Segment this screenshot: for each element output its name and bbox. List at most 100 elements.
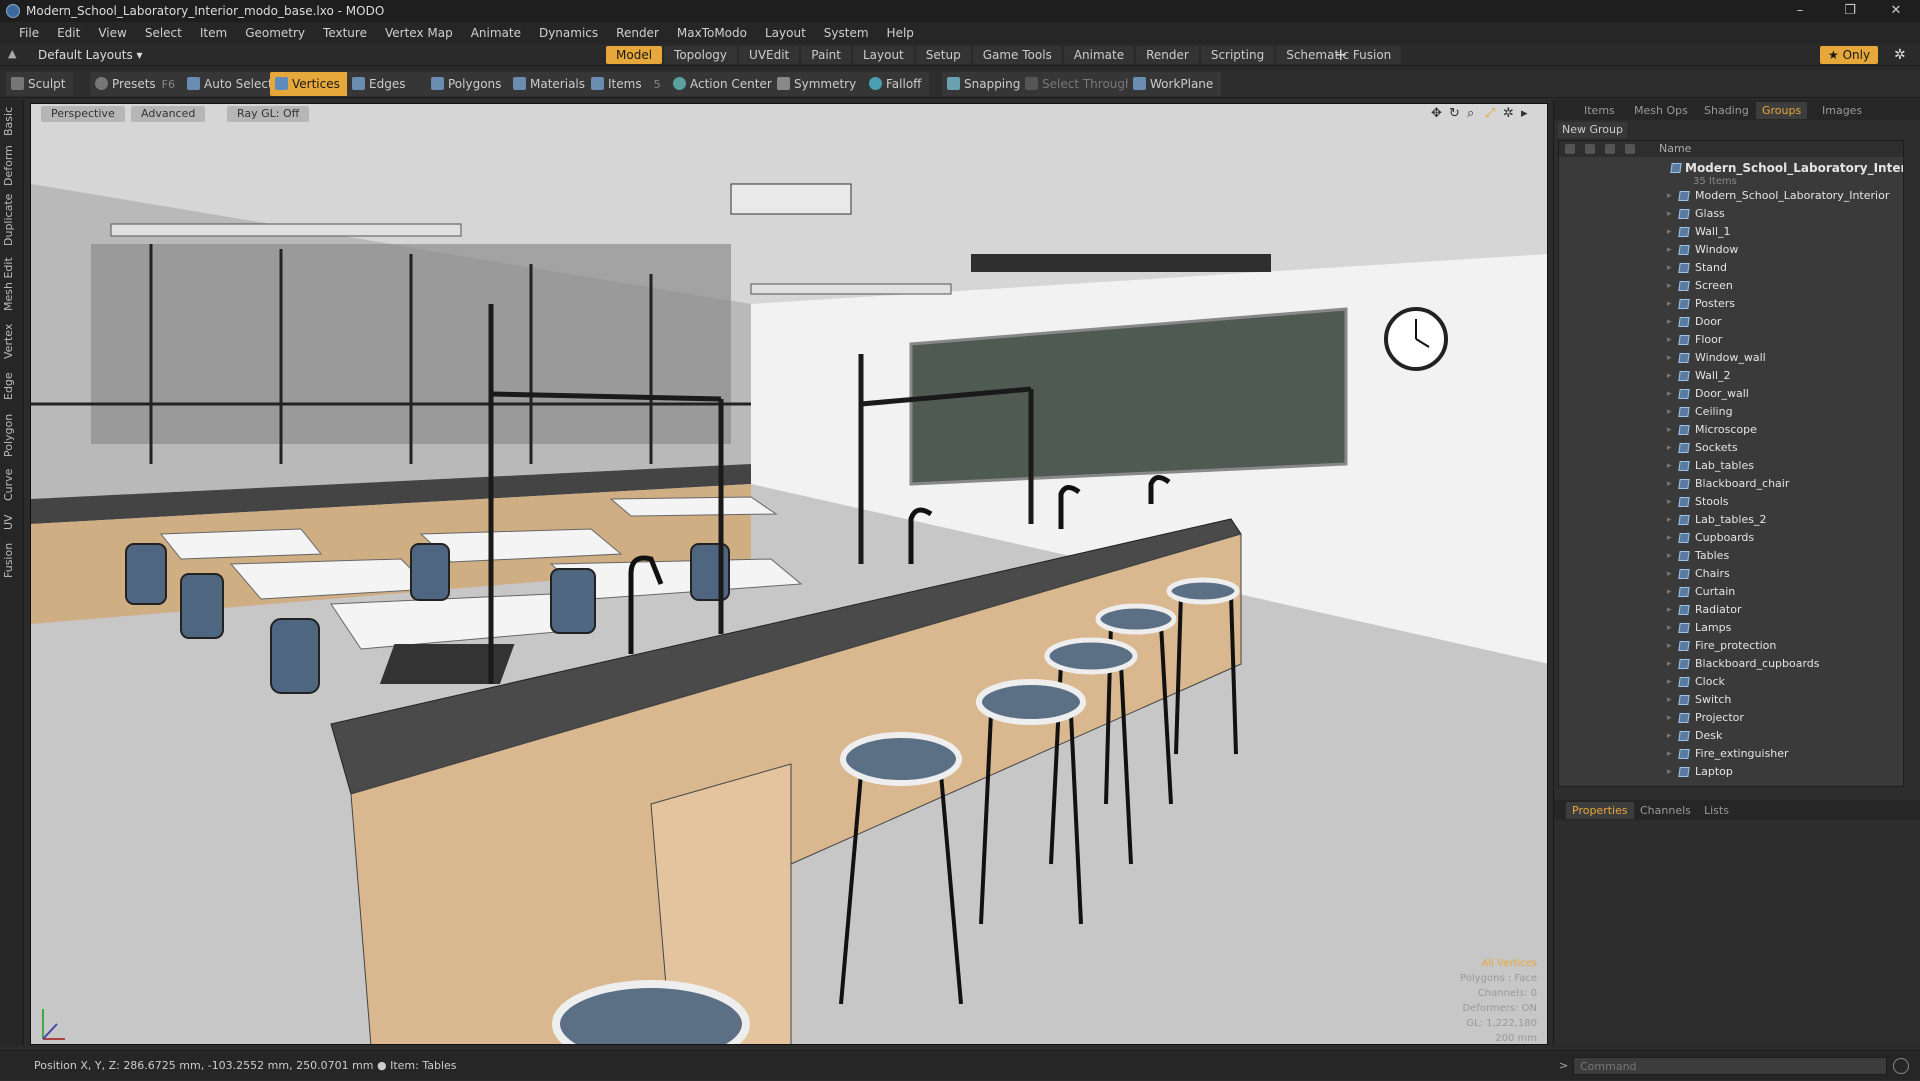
expand-icon[interactable]: ▸ bbox=[1667, 493, 1672, 511]
expand-icon[interactable]: ▸ bbox=[1667, 691, 1672, 709]
menu-vertex-map[interactable]: Vertex Map bbox=[376, 22, 462, 44]
expand-icon[interactable]: ▸ bbox=[1667, 511, 1672, 529]
minimize-button[interactable]: – bbox=[1780, 0, 1820, 22]
tab-animate[interactable]: Animate bbox=[1063, 46, 1135, 64]
group-list-item[interactable]: ▸ Blackboard_chair bbox=[1559, 475, 1903, 493]
falloff-button[interactable]: Falloff bbox=[864, 72, 930, 96]
expand-icon[interactable]: ▸ bbox=[1667, 601, 1672, 619]
tab-duplicate[interactable]: Duplicate bbox=[2, 194, 20, 246]
raygl-toggle[interactable]: Ray GL: Off bbox=[227, 106, 310, 122]
menu-file[interactable]: File bbox=[10, 22, 48, 44]
expand-icon[interactable]: ▸ bbox=[1667, 187, 1672, 205]
materials-button[interactable]: Materials bbox=[508, 72, 594, 96]
expand-icon[interactable]: ▸ bbox=[1667, 367, 1672, 385]
expand-icon[interactable]: ▸ bbox=[1667, 637, 1672, 655]
menu-help[interactable]: Help bbox=[878, 22, 923, 44]
shading-dropdown[interactable]: Advanced bbox=[131, 106, 206, 122]
pan-icon[interactable]: ✥ bbox=[1431, 106, 1442, 121]
expand-icon[interactable]: ▸ bbox=[1667, 655, 1672, 673]
group-list-item[interactable]: ▸ Blackboard_cupboards bbox=[1559, 655, 1903, 673]
restore-button[interactable]: ❐ bbox=[1830, 0, 1870, 22]
items-button[interactable]: Items 5 bbox=[586, 72, 669, 96]
action-center-button[interactable]: Action Center bbox=[668, 72, 780, 96]
viewport-menu-icon[interactable]: ▸ bbox=[1521, 106, 1528, 121]
tab-vertex[interactable]: Vertex bbox=[2, 320, 20, 362]
group-list-item[interactable]: ▸ Lamps bbox=[1559, 619, 1903, 637]
presets-button[interactable]: Presets F6 bbox=[90, 72, 183, 96]
tab-shading[interactable]: Shading bbox=[1698, 102, 1755, 119]
menu-system[interactable]: System bbox=[815, 22, 878, 44]
tab-mesh-ops[interactable]: Mesh Ops bbox=[1628, 102, 1694, 119]
group-list-item[interactable]: ▸ Projector bbox=[1559, 709, 1903, 727]
menu-animate[interactable]: Animate bbox=[462, 22, 530, 44]
group-list-item[interactable]: ▸ Laptop bbox=[1559, 763, 1903, 781]
zoom-icon[interactable]: ⌕ bbox=[1467, 106, 1474, 121]
group-list-item[interactable]: ▸ Chairs bbox=[1559, 565, 1903, 583]
new-group-button[interactable]: New Group bbox=[1558, 122, 1627, 138]
3d-viewport[interactable]: Perspective Advanced Ray GL: Off ✥ ↻ ⌕ ⤢… bbox=[30, 103, 1548, 1045]
tab-fusion[interactable]: Fusion bbox=[2, 540, 20, 580]
tab-basic[interactable]: Basic bbox=[2, 106, 20, 136]
menu-texture[interactable]: Texture bbox=[314, 22, 376, 44]
command-input[interactable] bbox=[1573, 1057, 1887, 1075]
fit-icon[interactable]: ⤢ bbox=[1485, 106, 1495, 121]
group-list-item[interactable]: ▸ Ceiling bbox=[1559, 403, 1903, 421]
menu-geometry[interactable]: Geometry bbox=[236, 22, 314, 44]
menu-view[interactable]: View bbox=[89, 22, 135, 44]
expand-icon[interactable]: ▸ bbox=[1667, 421, 1672, 439]
expand-icon[interactable]: ▸ bbox=[1667, 439, 1672, 457]
sculpt-button[interactable]: Sculpt bbox=[6, 72, 74, 96]
group-list-item[interactable]: ▸ Switch bbox=[1559, 691, 1903, 709]
group-list-item[interactable]: ▸ Desk bbox=[1559, 727, 1903, 745]
collapse-icon[interactable]: ▲ bbox=[8, 47, 22, 61]
menu-dynamics[interactable]: Dynamics bbox=[530, 22, 607, 44]
expand-icon[interactable]: ▸ bbox=[1667, 709, 1672, 727]
group-list-item[interactable]: ▸ Posters bbox=[1559, 295, 1903, 313]
vertices-button[interactable]: Vertices bbox=[270, 72, 348, 96]
select-column-icon[interactable] bbox=[1625, 144, 1635, 154]
group-list-item[interactable]: ▸ Modern_School_Laboratory_Interior bbox=[1559, 187, 1903, 205]
group-list-item[interactable]: ▸ Fire_protection bbox=[1559, 637, 1903, 655]
tab-model[interactable]: Model bbox=[606, 46, 663, 64]
expand-icon[interactable]: ▸ bbox=[1667, 259, 1672, 277]
expand-icon[interactable]: ▸ bbox=[1667, 673, 1672, 691]
expand-icon[interactable]: ▸ bbox=[1667, 223, 1672, 241]
tab-mesh-edit[interactable]: Mesh Edit bbox=[2, 256, 20, 312]
only-toggle[interactable]: ★ Only bbox=[1820, 46, 1879, 64]
expand-icon[interactable]: ▸ bbox=[1667, 475, 1672, 493]
tab-properties[interactable]: Properties bbox=[1566, 802, 1634, 819]
name-column-header[interactable]: Name bbox=[1659, 141, 1691, 157]
group-list-item[interactable]: ▸ Window bbox=[1559, 241, 1903, 259]
expand-icon[interactable]: ▸ bbox=[1667, 349, 1672, 367]
group-list-item[interactable]: ▸ Stools bbox=[1559, 493, 1903, 511]
close-button[interactable]: ✕ bbox=[1876, 0, 1916, 22]
lock-column-icon[interactable] bbox=[1605, 144, 1615, 154]
group-list-item[interactable]: ▸ Window_wall bbox=[1559, 349, 1903, 367]
tab-scripting[interactable]: Scripting bbox=[1200, 46, 1275, 64]
tab-uvedit[interactable]: UVEdit bbox=[739, 46, 800, 64]
expand-icon[interactable]: ▸ bbox=[1667, 457, 1672, 475]
expand-icon[interactable]: ▸ bbox=[1667, 385, 1672, 403]
visibility-column-icon[interactable] bbox=[1565, 144, 1575, 154]
layout-gear-icon[interactable]: ✲ bbox=[1894, 44, 1906, 66]
command-history-icon[interactable]: > bbox=[1559, 1051, 1568, 1081]
render-column-icon[interactable] bbox=[1585, 144, 1595, 154]
tab-polygon[interactable]: Polygon bbox=[2, 410, 20, 460]
select-through-button[interactable]: Select Through bbox=[1020, 72, 1141, 96]
tab-channels[interactable]: Channels bbox=[1634, 802, 1697, 819]
group-list-item[interactable]: ▸ Glass bbox=[1559, 205, 1903, 223]
tab-render[interactable]: Render bbox=[1136, 46, 1199, 64]
expand-icon[interactable]: ▸ bbox=[1667, 277, 1672, 295]
add-tab-button[interactable]: + bbox=[1334, 44, 1347, 66]
menu-item[interactable]: Item bbox=[191, 22, 236, 44]
viewport-settings-icon[interactable]: ✲ bbox=[1503, 106, 1514, 121]
group-list-item[interactable]: ▸ Curtain bbox=[1559, 583, 1903, 601]
expand-icon[interactable]: ▸ bbox=[1667, 547, 1672, 565]
menu-maxtomodo[interactable]: MaxToModo bbox=[668, 22, 756, 44]
group-list-item[interactable]: ▸ Fire_extinguisher bbox=[1559, 745, 1903, 763]
tab-deform[interactable]: Deform bbox=[2, 145, 20, 186]
expand-icon[interactable]: ▸ bbox=[1667, 745, 1672, 763]
menu-edit[interactable]: Edit bbox=[48, 22, 89, 44]
group-list-item[interactable]: ▸ Lab_tables_2 bbox=[1559, 511, 1903, 529]
tab-lists[interactable]: Lists bbox=[1698, 802, 1735, 819]
